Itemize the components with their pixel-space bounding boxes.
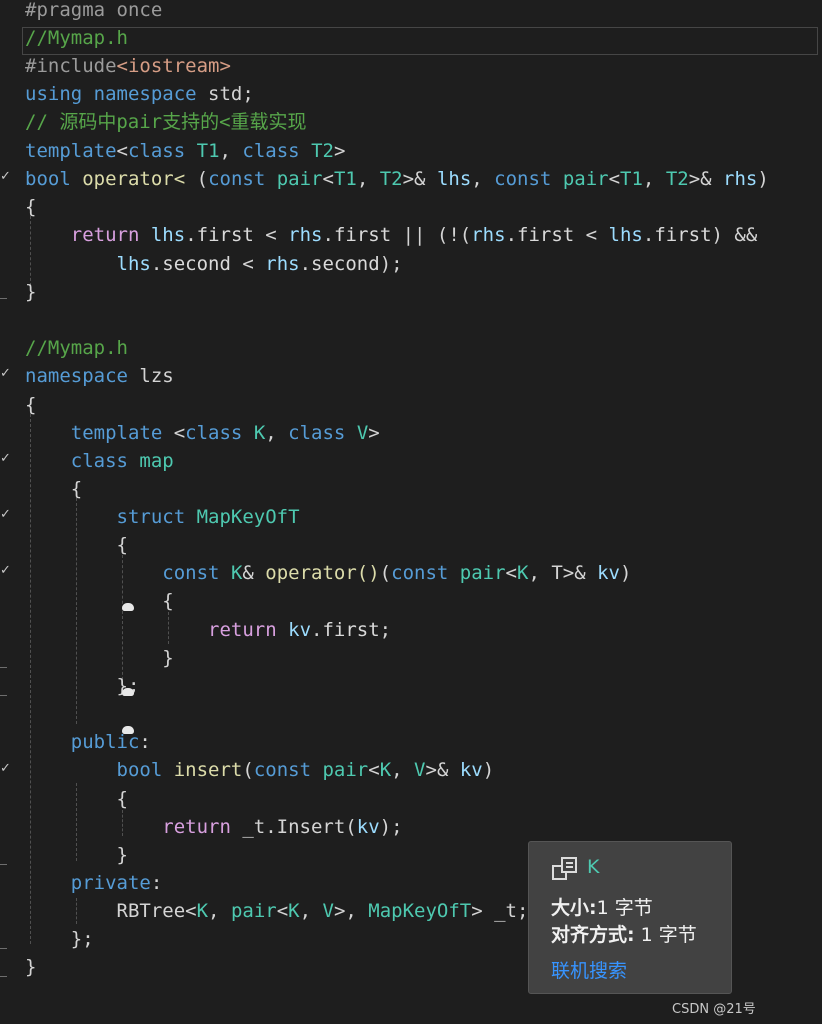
code-line-14[interactable]: namespace lzs xyxy=(25,366,174,394)
alignment-row: 对齐方式: 1 字节 xyxy=(551,920,697,947)
code-line-7[interactable]: bool operator< (const pair<T1, T2>& lhs,… xyxy=(25,169,769,197)
fold-end-marker xyxy=(0,976,7,977)
code-line-18[interactable]: { xyxy=(25,479,82,507)
fold-toggle-icon[interactable]: ✓ xyxy=(0,508,11,521)
fold-toggle-icon[interactable]: ✓ xyxy=(0,452,11,465)
quick-action-icon[interactable] xyxy=(122,726,134,734)
code-line-10[interactable]: lhs.second < rhs.second); xyxy=(25,254,403,282)
code-line-27[interactable]: public: xyxy=(25,732,151,760)
code-line-6[interactable]: template<class T1, class T2> xyxy=(25,141,345,169)
fold-end-marker xyxy=(0,298,7,299)
code-line-23[interactable]: return kv.first; xyxy=(25,620,391,648)
code-line-19[interactable]: struct MapKeyOfT xyxy=(25,507,300,535)
code-line-30[interactable]: return _t.Insert(kv); xyxy=(25,817,402,845)
size-row: 大小:1 字节 xyxy=(551,893,653,920)
fold-toggle-icon[interactable]: ✓ xyxy=(0,762,11,775)
code-line-8[interactable]: { xyxy=(25,197,36,225)
code-line-11[interactable]: } xyxy=(25,282,36,310)
code-line-34[interactable]: }; xyxy=(25,929,94,957)
code-line-29[interactable]: { xyxy=(25,789,128,817)
code-line-31[interactable]: } xyxy=(25,845,128,873)
symbol-name: K xyxy=(587,856,600,878)
code-line-22[interactable]: { xyxy=(25,591,173,619)
fold-toggle-icon[interactable]: ✓ xyxy=(0,367,11,380)
code-line-17[interactable]: class map xyxy=(25,451,174,479)
code-line-5[interactable]: // 源码中pair支持的<重载实现 xyxy=(25,112,307,140)
fold-toggle-icon[interactable]: ✓ xyxy=(0,564,11,577)
code-line-20[interactable]: { xyxy=(25,535,128,563)
size-label: 大小: xyxy=(551,897,597,919)
code-line-2-current[interactable]: //Mymap.h xyxy=(22,27,818,55)
code-line-24[interactable]: } xyxy=(25,648,173,676)
watermark: CSDN @21号 xyxy=(672,1002,756,1017)
code-line-32[interactable]: private: xyxy=(25,873,163,901)
fold-end-marker xyxy=(0,695,7,696)
fold-end-marker xyxy=(0,948,7,949)
code-line-28[interactable]: bool insert(const pair<K, V>& kv) xyxy=(25,760,495,788)
code-line-33[interactable]: RBTree<K, pair<K, V>, MapKeyOfT> _t; xyxy=(25,901,529,929)
quickinfo-tooltip: K 大小:1 字节 对齐方式: 1 字节 联机搜索 xyxy=(528,841,732,994)
code-line-15[interactable]: { xyxy=(25,395,36,423)
code-line-9[interactable]: return lhs.first < rhs.first || (!(rhs.f… xyxy=(25,225,758,253)
code-line-1[interactable]: #pragma once xyxy=(25,0,162,28)
code-line-13[interactable]: //Mymap.h xyxy=(25,338,128,366)
include-target: <iostream> xyxy=(116,55,231,77)
online-search-link[interactable]: 联机搜索 xyxy=(551,956,627,983)
code-line-16[interactable]: template <class K, class V> xyxy=(25,423,380,451)
code-line-35[interactable]: } xyxy=(25,957,36,985)
quick-action-icon[interactable] xyxy=(122,688,134,696)
fold-end-marker xyxy=(0,667,7,668)
alignment-value: 1 字节 xyxy=(640,924,697,946)
fold-toggle-icon[interactable]: ✓ xyxy=(0,170,11,183)
code-line-4[interactable]: using namespace std; xyxy=(25,84,254,112)
template-parameter-icon xyxy=(552,857,577,880)
alignment-label: 对齐方式: xyxy=(551,924,635,946)
size-value: 1 字节 xyxy=(596,897,653,919)
fold-end-marker xyxy=(0,864,7,865)
quick-action-icon[interactable] xyxy=(122,603,134,611)
code-line-3[interactable]: #include<iostream> xyxy=(25,56,231,84)
code-line-21[interactable]: const K& operator()(const pair<K, T>& kv… xyxy=(25,563,631,591)
